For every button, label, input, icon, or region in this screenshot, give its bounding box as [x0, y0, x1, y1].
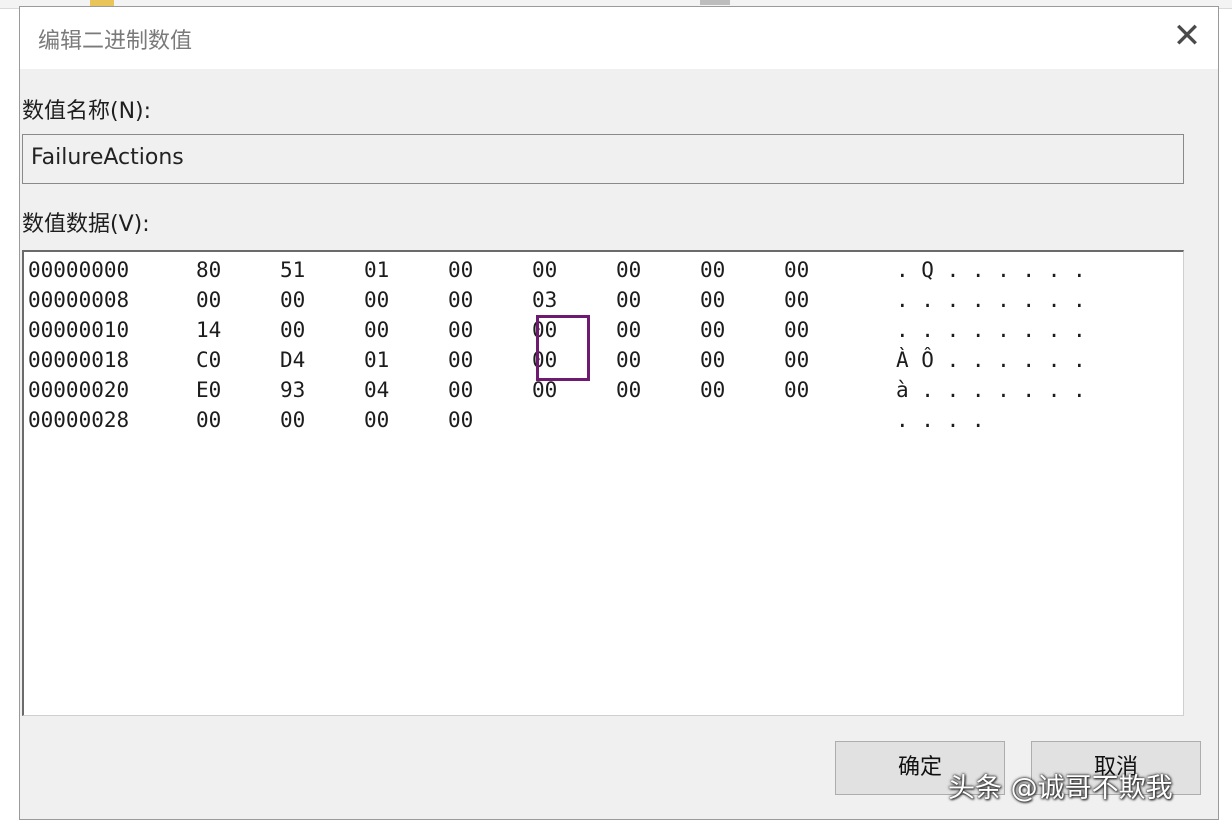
- value-name-field[interactable]: FailureActions: [22, 134, 1184, 184]
- hex-byte[interactable]: 00: [448, 378, 473, 402]
- hex-offset: 00000028: [28, 408, 130, 432]
- hex-byte[interactable]: 00: [616, 258, 641, 282]
- hex-byte[interactable]: 80: [196, 258, 221, 282]
- close-button[interactable]: ✕: [1156, 7, 1218, 69]
- hex-byte[interactable]: C0: [196, 348, 221, 372]
- hex-byte[interactable]: 00: [700, 288, 725, 312]
- hex-byte[interactable]: 00: [616, 318, 641, 342]
- hex-byte[interactable]: 00: [448, 318, 473, 342]
- hex-byte[interactable]: E0: [196, 378, 221, 402]
- hex-byte[interactable]: 00: [448, 348, 473, 372]
- hex-ascii: . . . . . . . .: [896, 288, 1086, 312]
- highlight-box: [536, 315, 590, 381]
- hex-ascii: . . . . . . . .: [896, 318, 1086, 342]
- hex-byte[interactable]: 14: [196, 318, 221, 342]
- title-bar: 编辑二进制数值 ✕: [20, 7, 1218, 70]
- scrollbar-thumb: [700, 0, 730, 5]
- hex-offset: 00000020: [28, 378, 130, 402]
- hex-byte[interactable]: 00: [784, 288, 809, 312]
- hex-byte[interactable]: 01: [364, 258, 389, 282]
- hex-ascii: . . . .: [896, 408, 985, 432]
- hex-byte[interactable]: 00: [616, 288, 641, 312]
- hex-byte[interactable]: 03: [532, 288, 557, 312]
- hex-byte[interactable]: 00: [196, 288, 221, 312]
- value-data-label: 数值数据(V):: [22, 212, 150, 237]
- hex-byte[interactable]: 00: [784, 258, 809, 282]
- hex-byte[interactable]: 00: [532, 378, 557, 402]
- hex-byte[interactable]: 00: [448, 258, 473, 282]
- hex-byte[interactable]: 00: [448, 408, 473, 432]
- hex-byte[interactable]: 00: [280, 318, 305, 342]
- hex-byte[interactable]: 01: [364, 348, 389, 372]
- hex-offset: 00000010: [28, 318, 130, 342]
- hex-byte[interactable]: 00: [280, 288, 305, 312]
- hex-ascii: . Q . . . . . .: [896, 258, 1086, 282]
- hex-byte[interactable]: 00: [364, 288, 389, 312]
- value-name-label: 数值名称(N):: [22, 99, 152, 124]
- hex-byte[interactable]: 00: [616, 378, 641, 402]
- hex-ascii: À Ô . . . . . .: [896, 348, 1086, 372]
- hex-byte[interactable]: 00: [364, 408, 389, 432]
- hex-byte[interactable]: 00: [532, 258, 557, 282]
- hex-byte[interactable]: 00: [700, 318, 725, 342]
- hex-offset: 00000000: [28, 258, 130, 282]
- hex-byte[interactable]: 00: [700, 258, 725, 282]
- close-icon: ✕: [1172, 16, 1202, 56]
- hex-byte[interactable]: 00: [700, 348, 725, 372]
- hex-byte[interactable]: 00: [196, 408, 221, 432]
- hex-byte[interactable]: D4: [280, 348, 305, 372]
- hex-editor[interactable]: 00000000 80 51 01 00 00 00 00 00. Q . . . . . .0…: [22, 250, 1184, 716]
- hex-offset: 00000018: [28, 348, 130, 372]
- hex-byte[interactable]: 00: [784, 348, 809, 372]
- hex-byte[interactable]: 00: [448, 288, 473, 312]
- hex-ascii: à . . . . . . .: [896, 378, 1086, 402]
- hex-byte[interactable]: 04: [364, 378, 389, 402]
- hex-byte[interactable]: 00: [280, 408, 305, 432]
- watermark: 头条 @诚哥不欺我: [948, 773, 1173, 804]
- hex-offset: 00000008: [28, 288, 130, 312]
- hex-byte[interactable]: 00: [616, 348, 641, 372]
- hex-byte[interactable]: 00: [700, 378, 725, 402]
- hex-byte[interactable]: 00: [784, 378, 809, 402]
- hex-byte[interactable]: 00: [784, 318, 809, 342]
- hex-byte[interactable]: 00: [364, 318, 389, 342]
- hex-byte[interactable]: 93: [280, 378, 305, 402]
- dialog-title: 编辑二进制数值: [38, 29, 193, 54]
- hex-byte[interactable]: 51: [280, 258, 305, 282]
